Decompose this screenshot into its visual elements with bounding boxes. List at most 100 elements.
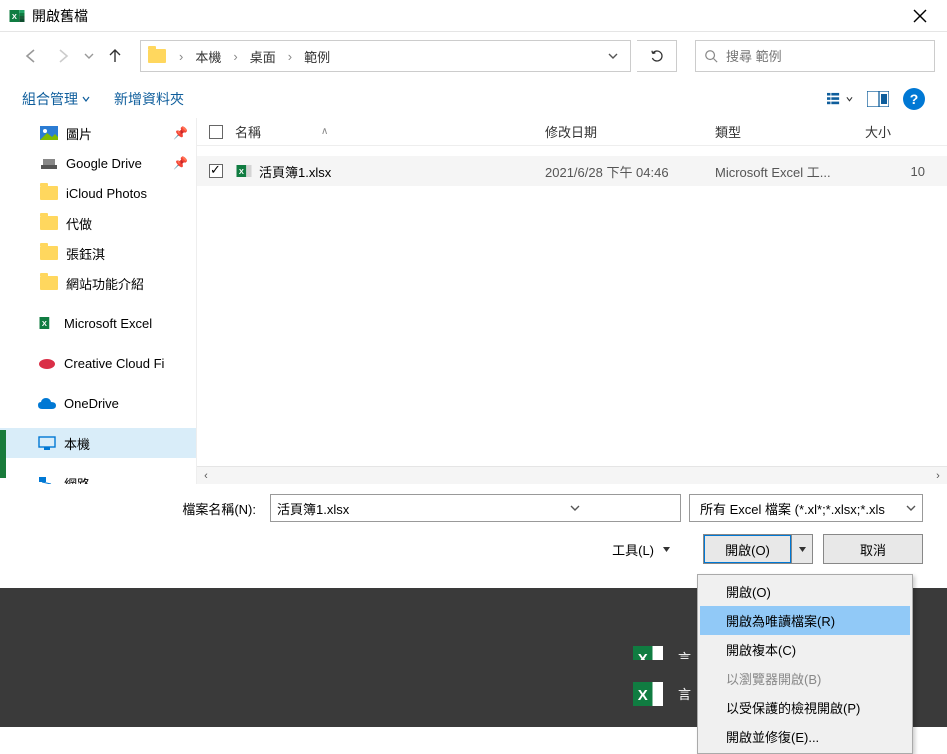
address-bar[interactable]: › 本機 › 桌面 › 範例: [140, 40, 631, 72]
svg-text:X: X: [12, 12, 17, 21]
file-row[interactable]: X 活頁簿1.xlsx 2021/6/28 下午 04:46 Microsoft…: [197, 156, 947, 186]
scroll-left-icon[interactable]: ‹: [197, 470, 215, 482]
sidebar-item-folder3[interactable]: 網站功能介紹: [0, 268, 196, 298]
tools-menu[interactable]: 工具(L): [604, 540, 679, 559]
svg-text:X: X: [638, 687, 648, 704]
preview-pane-icon: [867, 91, 889, 107]
folder-icon: [40, 274, 58, 292]
breadcrumb-item[interactable]: 範例: [300, 47, 334, 66]
chevron-right-icon[interactable]: ›: [284, 49, 296, 64]
title-bar: X 開啟舊檔: [0, 0, 947, 32]
folder-icon: [145, 44, 169, 68]
triangle-down-icon: [662, 545, 671, 554]
sidebar-item-excel[interactable]: X Microsoft Excel: [0, 308, 196, 338]
search-input[interactable]: [726, 49, 926, 64]
organize-menu[interactable]: 組合管理: [22, 89, 90, 109]
pc-icon: [38, 434, 56, 452]
view-mode-button[interactable]: [827, 88, 853, 110]
breadcrumb-history-drop[interactable]: [596, 49, 630, 64]
triangle-down-icon: [798, 545, 807, 554]
file-type-filter[interactable]: 所有 Excel 檔案 (*.xl*;*.xlsx;*.xls: [689, 494, 923, 522]
breadcrumb: › 本機 › 桌面 › 範例: [175, 47, 630, 66]
excel-file-icon: X: [630, 676, 666, 712]
dd-open-protected[interactable]: 以受保護的檢視開啟(P): [700, 693, 910, 722]
arrow-left-icon: [22, 47, 40, 65]
refresh-button[interactable]: [637, 40, 677, 72]
sidebar-item-onedrive[interactable]: OneDrive: [0, 388, 196, 418]
dd-open[interactable]: 開啟(O): [700, 577, 910, 606]
sidebar-item-this-pc[interactable]: 本機: [0, 428, 196, 458]
close-icon: [913, 9, 927, 23]
chevron-down-icon: [846, 95, 853, 103]
help-button[interactable]: ?: [903, 88, 925, 110]
sidebar[interactable]: 圖片 📌 Google Drive 📌 iCloud Photos 代做 張鈺淇…: [0, 118, 197, 484]
back-button[interactable]: [18, 43, 44, 69]
onedrive-icon: [38, 394, 56, 412]
chevron-right-icon[interactable]: ›: [175, 49, 187, 64]
chevron-down-icon: [608, 51, 618, 61]
file-date: 2021/6/28 下午 04:46: [545, 162, 715, 181]
breadcrumb-item[interactable]: 本機: [191, 47, 225, 66]
sidebar-item-icloud[interactable]: iCloud Photos: [0, 178, 196, 208]
sort-asc-icon: ∧: [321, 126, 328, 137]
network-icon: [38, 474, 56, 484]
chevron-right-icon[interactable]: ›: [229, 49, 241, 64]
h-scrollbar[interactable]: ‹ ›: [197, 466, 947, 484]
up-button[interactable]: [102, 43, 128, 69]
chevron-down-icon: [906, 503, 916, 513]
filename-label: 檔案名稱(N):: [24, 499, 262, 518]
pin-icon: 📌: [173, 126, 188, 140]
scroll-right-icon[interactable]: ›: [929, 470, 947, 482]
pin-icon: 📌: [173, 156, 188, 170]
cancel-button[interactable]: 取消: [823, 534, 923, 564]
sidebar-item-network[interactable]: 網路: [0, 468, 196, 484]
open-dropdown-button[interactable]: [792, 535, 812, 563]
chevron-down-icon: [84, 51, 94, 61]
arrow-up-icon: [106, 47, 124, 65]
file-name: 活頁簿1.xlsx: [259, 162, 331, 181]
checkbox-icon: [209, 125, 223, 139]
col-check[interactable]: [197, 125, 235, 139]
main-area: 圖片 📌 Google Drive 📌 iCloud Photos 代做 張鈺淇…: [0, 118, 947, 484]
col-size-header[interactable]: 大小: [865, 122, 925, 141]
open-button[interactable]: 開啟(O): [704, 535, 792, 563]
col-name-header[interactable]: 名稱∧: [235, 122, 545, 141]
excel-file-icon: X: [235, 162, 253, 180]
sidebar-item-cc[interactable]: Creative Cloud Fi: [0, 348, 196, 378]
creative-cloud-icon: [38, 354, 56, 372]
excel-icon: X: [38, 314, 56, 332]
forward-button[interactable]: [50, 43, 76, 69]
recent-dropdown[interactable]: [82, 43, 96, 69]
sidebar-item-folder1[interactable]: 代做: [0, 208, 196, 238]
folder-icon: [40, 244, 58, 262]
col-date-header[interactable]: 修改日期: [545, 122, 715, 141]
open-split-button: 開啟(O): [703, 534, 813, 564]
excel-left-accent: [0, 430, 6, 478]
close-button[interactable]: [897, 1, 943, 31]
filename-input[interactable]: 活頁簿1.xlsx: [270, 494, 681, 522]
chevron-down-icon: [82, 95, 90, 103]
chevron-down-icon: [570, 503, 580, 513]
checkbox-icon[interactable]: [209, 164, 223, 178]
refresh-icon: [649, 48, 665, 64]
search-box[interactable]: [695, 40, 935, 72]
file-type: Microsoft Excel 工...: [715, 162, 865, 181]
filename-history-drop[interactable]: [476, 501, 675, 516]
dd-open-copy[interactable]: 開啟複本(C): [700, 635, 910, 664]
arrow-right-icon: [54, 47, 72, 65]
preview-pane-button[interactable]: [865, 88, 891, 110]
sidebar-item-pictures[interactable]: 圖片 📌: [0, 118, 196, 148]
new-folder-button[interactable]: 新增資料夾: [114, 89, 184, 109]
excel-app-icon: X: [8, 7, 26, 25]
gdrive-icon: [40, 154, 58, 172]
dd-open-readonly[interactable]: 開啟為唯讀檔案(R): [700, 606, 910, 635]
window-title: 開啟舊檔: [32, 6, 88, 26]
folder-icon: [40, 184, 58, 202]
nav-bar: › 本機 › 桌面 › 範例: [0, 32, 947, 80]
col-type-header[interactable]: 類型: [715, 122, 865, 141]
sidebar-item-gdrive[interactable]: Google Drive 📌: [0, 148, 196, 178]
folder-icon: [40, 214, 58, 232]
sidebar-item-folder2[interactable]: 張鈺淇: [0, 238, 196, 268]
breadcrumb-item[interactable]: 桌面: [246, 47, 280, 66]
dd-open-repair[interactable]: 開啟並修復(E)...: [700, 722, 910, 751]
